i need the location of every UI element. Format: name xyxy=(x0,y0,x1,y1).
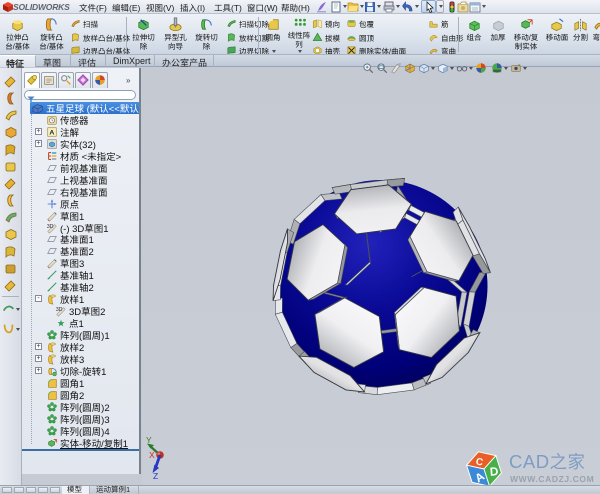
svg-text:X: X xyxy=(149,450,155,460)
svg-text:A: A xyxy=(49,130,54,137)
svg-text:Y: Y xyxy=(146,435,152,445)
svg-text:D: D xyxy=(489,465,498,479)
svg-text:3D: 3D xyxy=(47,224,54,230)
svg-text:Z: Z xyxy=(153,471,158,481)
svg-text:3D: 3D xyxy=(56,307,63,313)
